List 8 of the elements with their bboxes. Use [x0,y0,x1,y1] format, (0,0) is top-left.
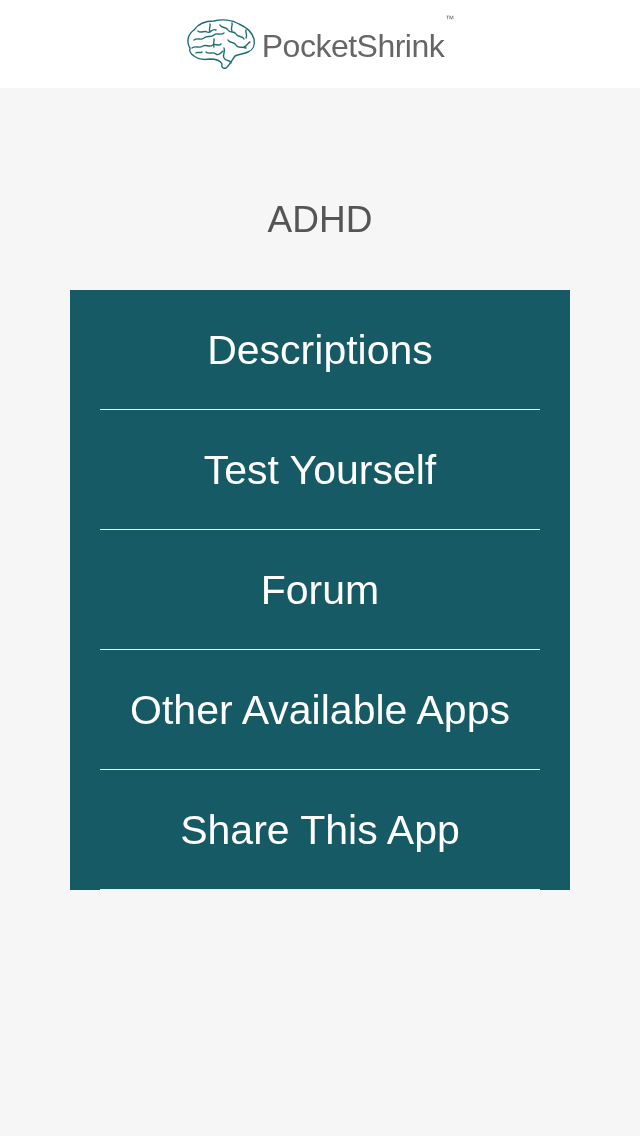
menu-item[interactable]: Share This App [70,770,570,889]
trademark-mark: ™ [445,14,455,24]
page-title: ADHD [267,198,373,242]
menu-item[interactable]: Test Yourself [70,410,570,529]
menu-item[interactable]: Other Available Apps [70,650,570,769]
logo-wordmark: PocketShrink [261,28,445,64]
menu-item[interactable]: Forum [70,530,570,649]
menu-item[interactable]: Descriptions [70,290,570,409]
